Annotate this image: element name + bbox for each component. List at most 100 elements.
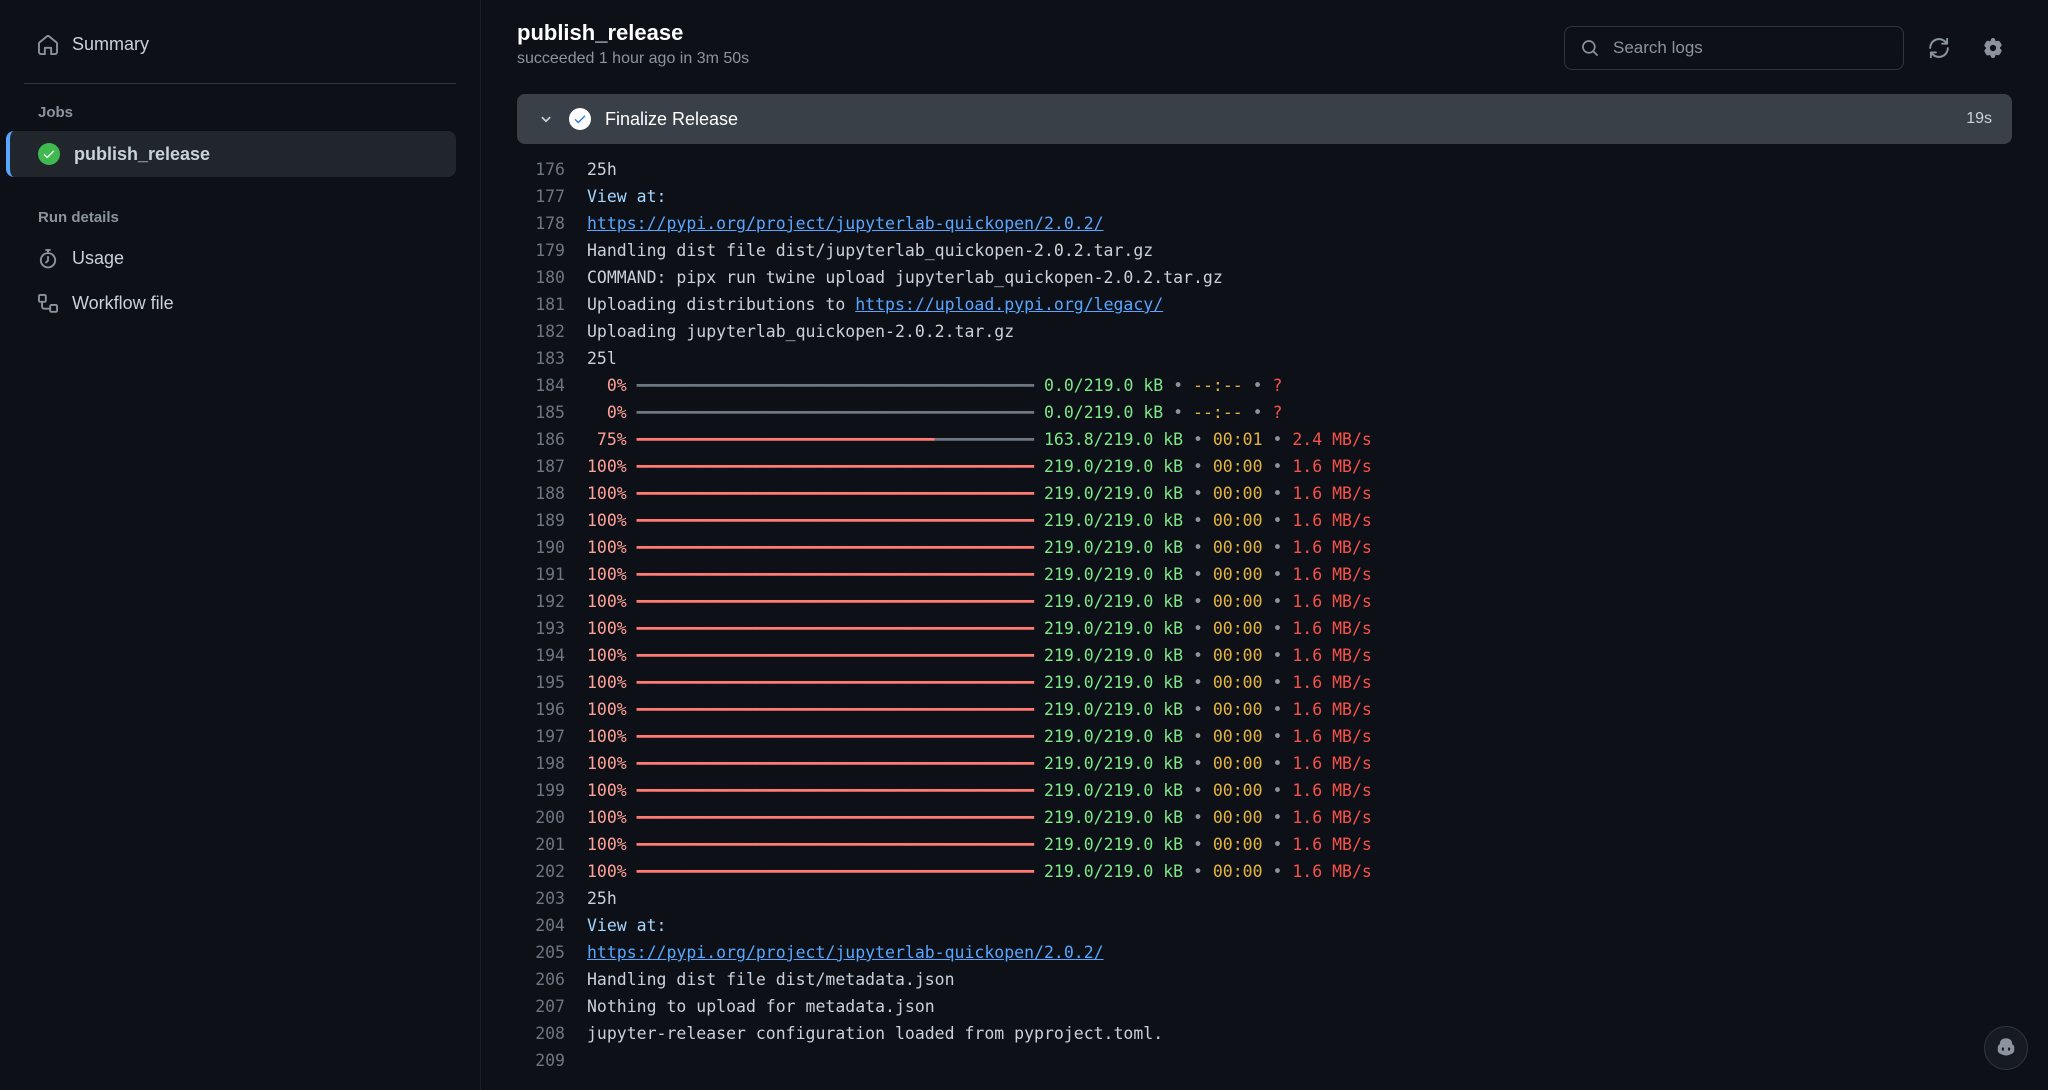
- line-number: 181: [517, 291, 587, 318]
- line-content: 100% ━━━━━━━━━━━━━━━━━━━━━━━━━━━━━━━━━━━…: [587, 480, 2048, 507]
- log-line: 205https://pypi.org/project/jupyterlab-q…: [481, 939, 2048, 966]
- sidebar-item-usage[interactable]: Usage: [24, 236, 456, 281]
- line-number: 196: [517, 696, 587, 723]
- line-content: 100% ━━━━━━━━━━━━━━━━━━━━━━━━━━━━━━━━━━━…: [587, 831, 2048, 858]
- log-link[interactable]: https://pypi.org/project/jupyterlab-quic…: [587, 214, 1104, 233]
- line-content: https://pypi.org/project/jupyterlab-quic…: [587, 210, 2048, 237]
- log-line: 196100% ━━━━━━━━━━━━━━━━━━━━━━━━━━━━━━━━…: [481, 696, 2048, 723]
- line-number: 208: [517, 1020, 587, 1047]
- line-content: Handling dist file dist/jupyterlab_quick…: [587, 237, 2048, 264]
- line-content: 25h: [587, 156, 2048, 183]
- line-number: 190: [517, 534, 587, 561]
- log-link[interactable]: https://upload.pypi.org/legacy/: [855, 295, 1163, 314]
- search-input[interactable]: [1611, 37, 1887, 59]
- line-content: 0% ━━━━━━━━━━━━━━━━━━━━━━━━━━━━━━━━━━━━━…: [587, 399, 2048, 426]
- line-content: 100% ━━━━━━━━━━━━━━━━━━━━━━━━━━━━━━━━━━━…: [587, 804, 2048, 831]
- log-output[interactable]: 17625h177View at:178https://pypi.org/pro…: [481, 150, 2048, 1090]
- sidebar: Summary Jobs publish_release Run details…: [0, 0, 480, 1090]
- log-line: 17625h: [481, 156, 2048, 183]
- log-line: 208jupyter-releaser configuration loaded…: [481, 1020, 2048, 1047]
- log-line: 182Uploading jupyterlab_quickopen-2.0.2.…: [481, 318, 2048, 345]
- log-line: 195100% ━━━━━━━━━━━━━━━━━━━━━━━━━━━━━━━━…: [481, 669, 2048, 696]
- topbar: publish_release succeeded 1 hour ago in …: [481, 0, 2048, 86]
- log-line: 179Handling dist file dist/jupyterlab_qu…: [481, 237, 2048, 264]
- log-line: 192100% ━━━━━━━━━━━━━━━━━━━━━━━━━━━━━━━━…: [481, 588, 2048, 615]
- sidebar-item-label: Usage: [72, 248, 124, 269]
- sidebar-job-publish-release[interactable]: publish_release: [6, 131, 456, 177]
- log-line: 191100% ━━━━━━━━━━━━━━━━━━━━━━━━━━━━━━━━…: [481, 561, 2048, 588]
- settings-button[interactable]: [1974, 29, 2012, 67]
- line-number: 176: [517, 156, 587, 183]
- line-content: https://pypi.org/project/jupyterlab-quic…: [587, 939, 2048, 966]
- search-logs-box[interactable]: [1564, 26, 1904, 70]
- top-right-controls: [1564, 26, 2012, 70]
- line-content: Uploading jupyterlab_quickopen-2.0.2.tar…: [587, 318, 2048, 345]
- jobs-heading: Jobs: [24, 96, 456, 131]
- line-number: 192: [517, 588, 587, 615]
- line-content: Nothing to upload for metadata.json: [587, 993, 2048, 1020]
- sidebar-item-summary[interactable]: Summary: [24, 22, 456, 67]
- log-line: 18325l: [481, 345, 2048, 372]
- line-number: 183: [517, 345, 587, 372]
- line-number: 186: [517, 426, 587, 453]
- line-number: 201: [517, 831, 587, 858]
- log-line: 185 0% ━━━━━━━━━━━━━━━━━━━━━━━━━━━━━━━━━…: [481, 399, 2048, 426]
- line-content: 100% ━━━━━━━━━━━━━━━━━━━━━━━━━━━━━━━━━━━…: [587, 777, 2048, 804]
- log-line: 198100% ━━━━━━━━━━━━━━━━━━━━━━━━━━━━━━━━…: [481, 750, 2048, 777]
- log-line: 199100% ━━━━━━━━━━━━━━━━━━━━━━━━━━━━━━━━…: [481, 777, 2048, 804]
- step-duration: 19s: [1966, 110, 1992, 128]
- log-line: 181Uploading distributions to https://up…: [481, 291, 2048, 318]
- sidebar-item-workflow-file[interactable]: Workflow file: [24, 281, 456, 326]
- line-number: 203: [517, 885, 587, 912]
- line-content: [587, 1047, 2048, 1074]
- line-content: 100% ━━━━━━━━━━━━━━━━━━━━━━━━━━━━━━━━━━━…: [587, 534, 2048, 561]
- log-line: 207Nothing to upload for metadata.json: [481, 993, 2048, 1020]
- line-number: 180: [517, 264, 587, 291]
- line-number: 207: [517, 993, 587, 1020]
- line-number: 184: [517, 372, 587, 399]
- line-content: 100% ━━━━━━━━━━━━━━━━━━━━━━━━━━━━━━━━━━━…: [587, 588, 2048, 615]
- copilot-button[interactable]: [1984, 1026, 2028, 1070]
- line-number: 204: [517, 912, 587, 939]
- line-number: 205: [517, 939, 587, 966]
- log-line: 193100% ━━━━━━━━━━━━━━━━━━━━━━━━━━━━━━━━…: [481, 615, 2048, 642]
- log-line: 186 75% ━━━━━━━━━━━━━━━━━━━━━━━━━━━━━━━━…: [481, 426, 2048, 453]
- line-number: 198: [517, 750, 587, 777]
- title-block: publish_release succeeded 1 hour ago in …: [517, 20, 749, 68]
- log-line: 180COMMAND: pipx run twine upload jupyte…: [481, 264, 2048, 291]
- page-title: publish_release: [517, 20, 749, 46]
- log-line: 206Handling dist file dist/metadata.json: [481, 966, 2048, 993]
- line-content: Handling dist file dist/metadata.json: [587, 966, 2048, 993]
- log-link[interactable]: https://pypi.org/project/jupyterlab-quic…: [587, 943, 1104, 962]
- log-line: 209: [481, 1047, 2048, 1074]
- line-number: 195: [517, 669, 587, 696]
- log-line: 184 0% ━━━━━━━━━━━━━━━━━━━━━━━━━━━━━━━━━…: [481, 372, 2048, 399]
- step-title: Finalize Release: [605, 109, 1952, 130]
- job-name-label: publish_release: [74, 144, 210, 165]
- log-line: 194100% ━━━━━━━━━━━━━━━━━━━━━━━━━━━━━━━━…: [481, 642, 2048, 669]
- search-icon: [1581, 39, 1599, 57]
- line-content: 0% ━━━━━━━━━━━━━━━━━━━━━━━━━━━━━━━━━━━━━…: [587, 372, 2048, 399]
- line-number: 187: [517, 453, 587, 480]
- line-content: 75% ━━━━━━━━━━━━━━━━━━━━━━━━━━━━━━━━━━━━…: [587, 426, 2048, 453]
- log-line: 190100% ━━━━━━━━━━━━━━━━━━━━━━━━━━━━━━━━…: [481, 534, 2048, 561]
- line-number: 197: [517, 723, 587, 750]
- log-line: 204View at:: [481, 912, 2048, 939]
- chevron-down-icon: [537, 110, 555, 128]
- line-content: 100% ━━━━━━━━━━━━━━━━━━━━━━━━━━━━━━━━━━━…: [587, 696, 2048, 723]
- home-icon: [38, 35, 58, 55]
- log-line: 197100% ━━━━━━━━━━━━━━━━━━━━━━━━━━━━━━━━…: [481, 723, 2048, 750]
- line-content: 100% ━━━━━━━━━━━━━━━━━━━━━━━━━━━━━━━━━━━…: [587, 723, 2048, 750]
- line-number: 179: [517, 237, 587, 264]
- refresh-button[interactable]: [1920, 29, 1958, 67]
- run-details-heading: Run details: [24, 201, 456, 236]
- log-line: 201100% ━━━━━━━━━━━━━━━━━━━━━━━━━━━━━━━━…: [481, 831, 2048, 858]
- log-line: 20325h: [481, 885, 2048, 912]
- log-line: 188100% ━━━━━━━━━━━━━━━━━━━━━━━━━━━━━━━━…: [481, 480, 2048, 507]
- step-header[interactable]: Finalize Release 19s: [517, 94, 2012, 144]
- line-number: 182: [517, 318, 587, 345]
- line-number: 178: [517, 210, 587, 237]
- line-content: 25l: [587, 345, 2048, 372]
- sidebar-item-label: Summary: [72, 34, 149, 55]
- log-line: 200100% ━━━━━━━━━━━━━━━━━━━━━━━━━━━━━━━━…: [481, 804, 2048, 831]
